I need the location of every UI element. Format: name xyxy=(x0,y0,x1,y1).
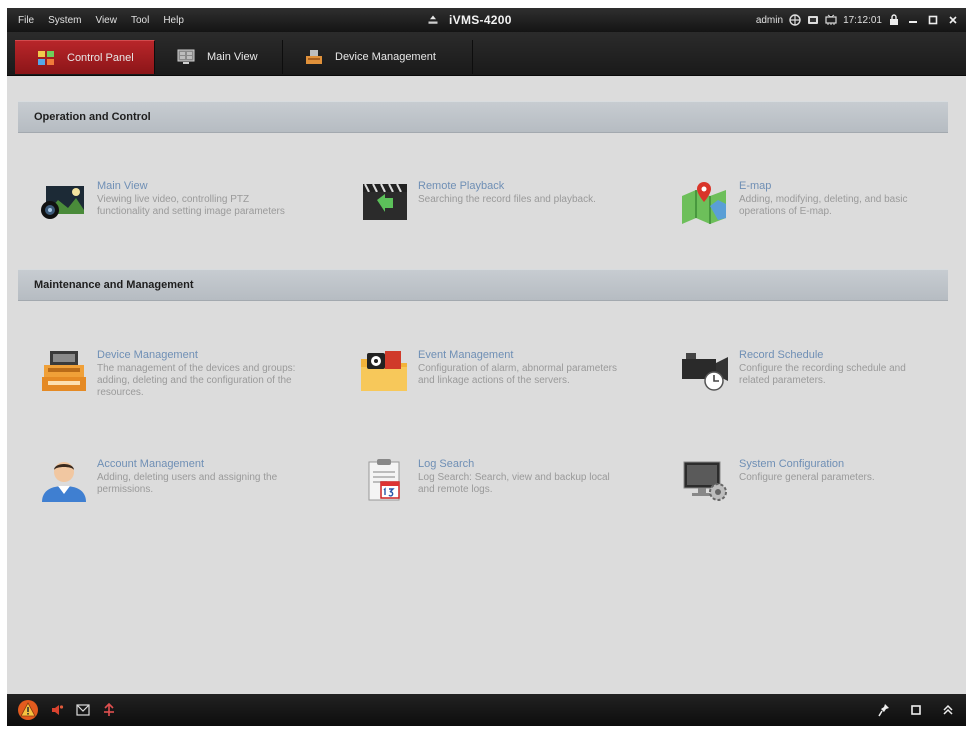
menu-help[interactable]: Help xyxy=(156,15,191,26)
calendar-log-icon xyxy=(359,458,411,502)
card-description: Searching the record files and playback. xyxy=(418,194,596,205)
minimize-button[interactable] xyxy=(906,13,920,27)
tab-label: Control Panel xyxy=(67,51,134,64)
card-main-view[interactable]: Main View Viewing live video, controllin… xyxy=(38,180,308,250)
menu-file[interactable]: File xyxy=(11,15,41,26)
control-panel-content: Operation and Control Main View Viewing … xyxy=(7,77,966,694)
tab-label: Main View xyxy=(207,51,258,63)
collapse-up-icon[interactable] xyxy=(940,702,956,718)
app-title-area: iVMS-4200 xyxy=(427,8,512,32)
card-record-schedule[interactable]: Record Schedule Configure the recording … xyxy=(680,349,950,419)
grid-icon xyxy=(37,50,55,66)
network-icon[interactable] xyxy=(789,14,801,26)
card-description: Adding, modifying, deleting, and basic o… xyxy=(739,194,908,217)
card-description: Adding, deleting users and assigning the… xyxy=(97,472,278,495)
cpu-icon[interactable] xyxy=(807,14,819,26)
card-title: Event Management xyxy=(418,349,514,361)
tab-main-view[interactable]: Main View xyxy=(155,40,283,74)
playback-icon xyxy=(359,180,411,224)
card-device-management[interactable]: Device Management The management of the … xyxy=(38,349,308,419)
card-description: Configure general parameters. xyxy=(739,472,875,483)
card-title: Device Management xyxy=(97,349,198,361)
app-window: File System View Tool Help iVMS-4200 adm… xyxy=(7,8,966,726)
section-title: Operation and Control xyxy=(34,111,151,123)
restore-window-icon[interactable] xyxy=(908,702,924,718)
card-title: Log Search xyxy=(418,458,475,470)
menu-bar: File System View Tool Help xyxy=(11,8,191,32)
menu-tool[interactable]: Tool xyxy=(124,15,156,26)
tab-control-panel[interactable]: Control Panel xyxy=(15,40,155,74)
tab-label: Device Management xyxy=(335,51,436,63)
card-log-search[interactable]: Log Search Log Search: Search, view and … xyxy=(359,458,629,528)
card-title: Account Management xyxy=(97,458,205,470)
video-camera-clock-icon xyxy=(680,349,732,393)
menu-view[interactable]: View xyxy=(88,15,124,26)
camera-view-icon xyxy=(38,180,90,224)
card-event-management[interactable]: Event Management Configuration of alarm,… xyxy=(359,349,629,419)
memory-icon[interactable] xyxy=(825,14,837,26)
card-remote-playback[interactable]: Remote Playback Searching the record fil… xyxy=(359,180,629,250)
card-account-management[interactable]: Account Management Adding, deleting user… xyxy=(38,458,308,528)
title-bar: File System View Tool Help iVMS-4200 adm… xyxy=(7,8,966,32)
app-logo-icon xyxy=(427,14,439,26)
maximize-button[interactable] xyxy=(926,13,940,27)
card-description: Log Search: Search, view and backup loca… xyxy=(418,472,610,495)
system-config-icon xyxy=(680,458,732,502)
tab-bar: Control Panel Main View Device Managemen… xyxy=(7,32,966,76)
close-button[interactable] xyxy=(946,13,960,27)
status-bar-left xyxy=(17,694,117,726)
status-bar xyxy=(7,694,966,726)
event-folder-icon xyxy=(359,349,411,393)
card-e-map[interactable]: E-map Adding, modifying, deleting, and b… xyxy=(680,180,950,250)
title-bar-right: admin 17:12:01 xyxy=(756,8,960,32)
event-arrows-icon[interactable] xyxy=(101,702,117,718)
card-title: E-map xyxy=(739,180,772,192)
card-description: The management of the devices and groups… xyxy=(97,363,296,398)
section-header-operation: Operation and Control xyxy=(18,101,948,133)
menu-system[interactable]: System xyxy=(41,15,88,26)
card-description: Configuration of alarm, abnormal paramet… xyxy=(418,363,617,386)
monitor-icon xyxy=(177,49,195,65)
card-description: Configure the recording schedule and rel… xyxy=(739,363,906,386)
section-title: Maintenance and Management xyxy=(34,279,194,291)
user-account-icon xyxy=(38,458,90,502)
pin-icon[interactable] xyxy=(876,702,892,718)
card-system-configuration[interactable]: System Configuration Configure general p… xyxy=(680,458,950,528)
tab-device-management[interactable]: Device Management xyxy=(283,40,473,74)
card-title: Main View xyxy=(97,180,148,192)
status-bar-right xyxy=(876,694,956,726)
alarm-sound-icon[interactable] xyxy=(49,702,65,718)
device-icon xyxy=(305,49,323,65)
section-header-maintenance: Maintenance and Management xyxy=(18,269,948,301)
map-icon xyxy=(680,180,732,224)
app-title: iVMS-4200 xyxy=(449,13,512,27)
message-icon[interactable] xyxy=(75,702,91,718)
card-description: Viewing live video, controlling PTZ func… xyxy=(97,194,285,217)
device-management-icon xyxy=(38,349,90,393)
current-user: admin xyxy=(755,14,784,26)
card-title: Remote Playback xyxy=(418,180,505,192)
alarm-warning-icon[interactable] xyxy=(17,699,39,721)
card-title: Record Schedule xyxy=(739,349,824,361)
clock: 17:12:01 xyxy=(843,14,882,26)
lock-icon[interactable] xyxy=(888,14,900,26)
card-title: System Configuration xyxy=(739,458,845,470)
